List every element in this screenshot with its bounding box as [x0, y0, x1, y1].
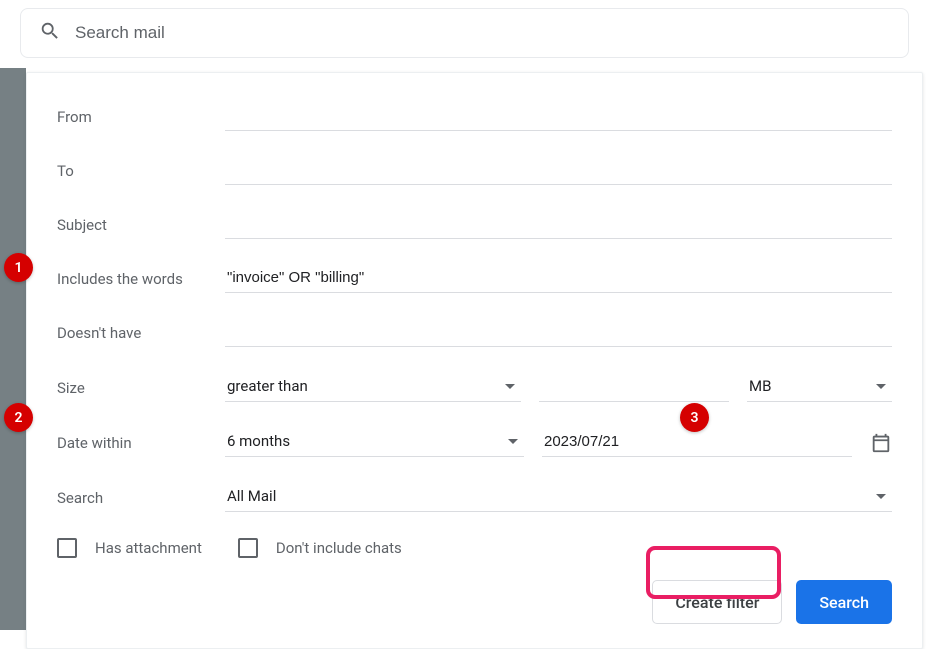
size-unit-select[interactable]: MB	[747, 373, 892, 402]
chevron-down-icon	[508, 439, 518, 444]
date-range-select[interactable]: 6 months	[225, 428, 524, 457]
size-operator-value: greater than	[227, 377, 308, 395]
size-label: Size	[57, 379, 207, 397]
search-scope-label: Search	[57, 489, 207, 507]
doesnt-have-label: Doesn't have	[57, 324, 207, 342]
to-label: To	[57, 162, 207, 180]
checkbox-icon	[238, 538, 258, 558]
left-strip	[0, 68, 26, 630]
search-icon	[39, 20, 75, 46]
search-bar[interactable]	[20, 8, 909, 58]
search-button[interactable]: Search	[796, 580, 892, 624]
checkbox-icon	[57, 538, 77, 558]
date-input[interactable]	[542, 429, 852, 457]
chevron-down-icon	[876, 494, 886, 499]
create-filter-button[interactable]: Create filter	[652, 580, 782, 624]
has-attachment-label: Has attachment	[95, 539, 202, 557]
date-range-value: 6 months	[227, 432, 290, 450]
has-attachment-checkbox[interactable]: Has attachment	[57, 538, 202, 558]
search-scope-select[interactable]: All Mail	[225, 483, 892, 512]
subject-label: Subject	[57, 216, 207, 234]
dont-include-chats-label: Don't include chats	[276, 539, 402, 557]
subject-input[interactable]	[225, 211, 892, 239]
search-input[interactable]	[75, 23, 890, 43]
includes-input[interactable]	[225, 265, 892, 293]
size-value-input[interactable]	[539, 374, 729, 402]
to-input[interactable]	[225, 157, 892, 185]
from-input[interactable]	[225, 103, 892, 131]
doesnt-have-input[interactable]	[225, 319, 892, 347]
size-unit-value: MB	[749, 377, 771, 395]
calendar-icon[interactable]	[870, 432, 892, 454]
search-scope-value: All Mail	[227, 487, 276, 505]
date-within-label: Date within	[57, 434, 207, 452]
dont-include-chats-checkbox[interactable]: Don't include chats	[238, 538, 402, 558]
from-label: From	[57, 108, 207, 126]
includes-label: Includes the words	[57, 270, 207, 288]
size-operator-select[interactable]: greater than	[225, 373, 521, 402]
chevron-down-icon	[505, 384, 515, 389]
chevron-down-icon	[876, 384, 886, 389]
filter-panel: From To Subject Includes the words Doesn…	[26, 72, 923, 649]
